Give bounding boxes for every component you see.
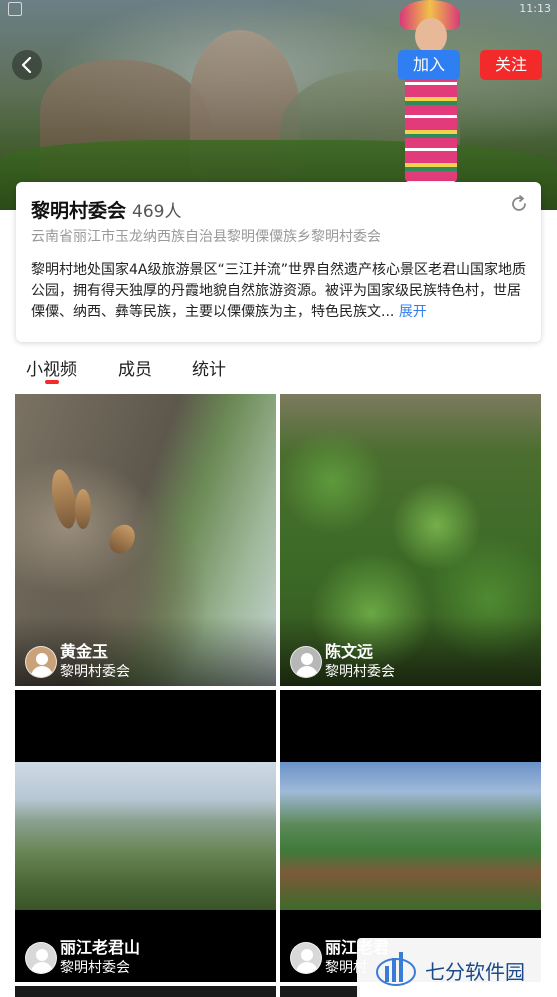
video-card-partial [15,986,276,997]
tab-members[interactable]: 成员 [118,355,152,380]
video-gradient [15,912,276,982]
org-name: 黎明村委会 [31,200,127,222]
video-org: 黎明村委会 [325,664,395,680]
watermark: 七分软件园 [357,938,557,997]
video-org: 黎明村委会 [60,664,130,680]
avatar[interactable] [25,646,57,678]
avatar[interactable] [290,942,322,974]
org-description-text: 黎明村地处国家4A级旅游景区“三江并流”世界自然遗产核心景区老君山国家地质公园，… [31,262,526,320]
avatar[interactable] [25,942,57,974]
chevron-left-icon [21,57,32,73]
member-count[interactable]: 469人 [132,197,181,222]
video-author: 黄金玉 [60,642,109,661]
active-tab-indicator [45,380,59,384]
app-screen: 11:13 加入 关注 黎明村委会 469人 云南省丽江市玉龙纳西族自治县黎明傈… [0,0,557,997]
join-button[interactable]: 加入 [398,50,460,80]
back-button[interactable] [12,50,42,80]
org-title-row: 黎明村委会 469人 [31,196,181,224]
status-time: 11:13 [519,2,551,15]
expand-link[interactable]: 展开 [399,304,427,320]
video-card[interactable]: 丽江老君山 黎明村委会 [15,690,276,982]
tab-videos[interactable]: 小视频 [26,355,77,380]
video-org: 黎明村委会 [60,960,130,976]
watermark-logo-icon [376,952,416,986]
tab-bar: 小视频 成员 统计 [0,350,557,390]
video-author: 陈文远 [325,642,374,661]
refresh-share-icon[interactable] [509,194,529,214]
avatar[interactable] [290,646,322,678]
watermark-text: 七分软件园 [425,960,525,984]
org-info-card: 黎明村委会 469人 云南省丽江市玉龙纳西族自治县黎明傈僳族乡黎明村委会 黎明村… [16,182,541,342]
org-description: 黎明村地处国家4A级旅游景区“三江并流”世界自然遗产核心景区老君山国家地质公园，… [31,260,531,323]
cover-banner: 11:13 [0,0,557,210]
status-notification-icon [8,2,22,16]
follow-button[interactable]: 关注 [480,50,542,80]
org-address: 云南省丽江市玉龙纳西族自治县黎明傈僳族乡黎明村委会 [31,229,381,245]
banner-person [395,0,470,185]
video-gradient [280,616,541,686]
video-card[interactable]: 陈文远 黎明村委会 [280,394,541,686]
video-gradient [15,616,276,686]
video-card[interactable]: 黄金玉 黎明村委会 [15,394,276,686]
tab-stats[interactable]: 统计 [192,355,226,380]
video-card-partial [280,986,360,997]
video-author: 丽江老君山 [60,938,141,957]
